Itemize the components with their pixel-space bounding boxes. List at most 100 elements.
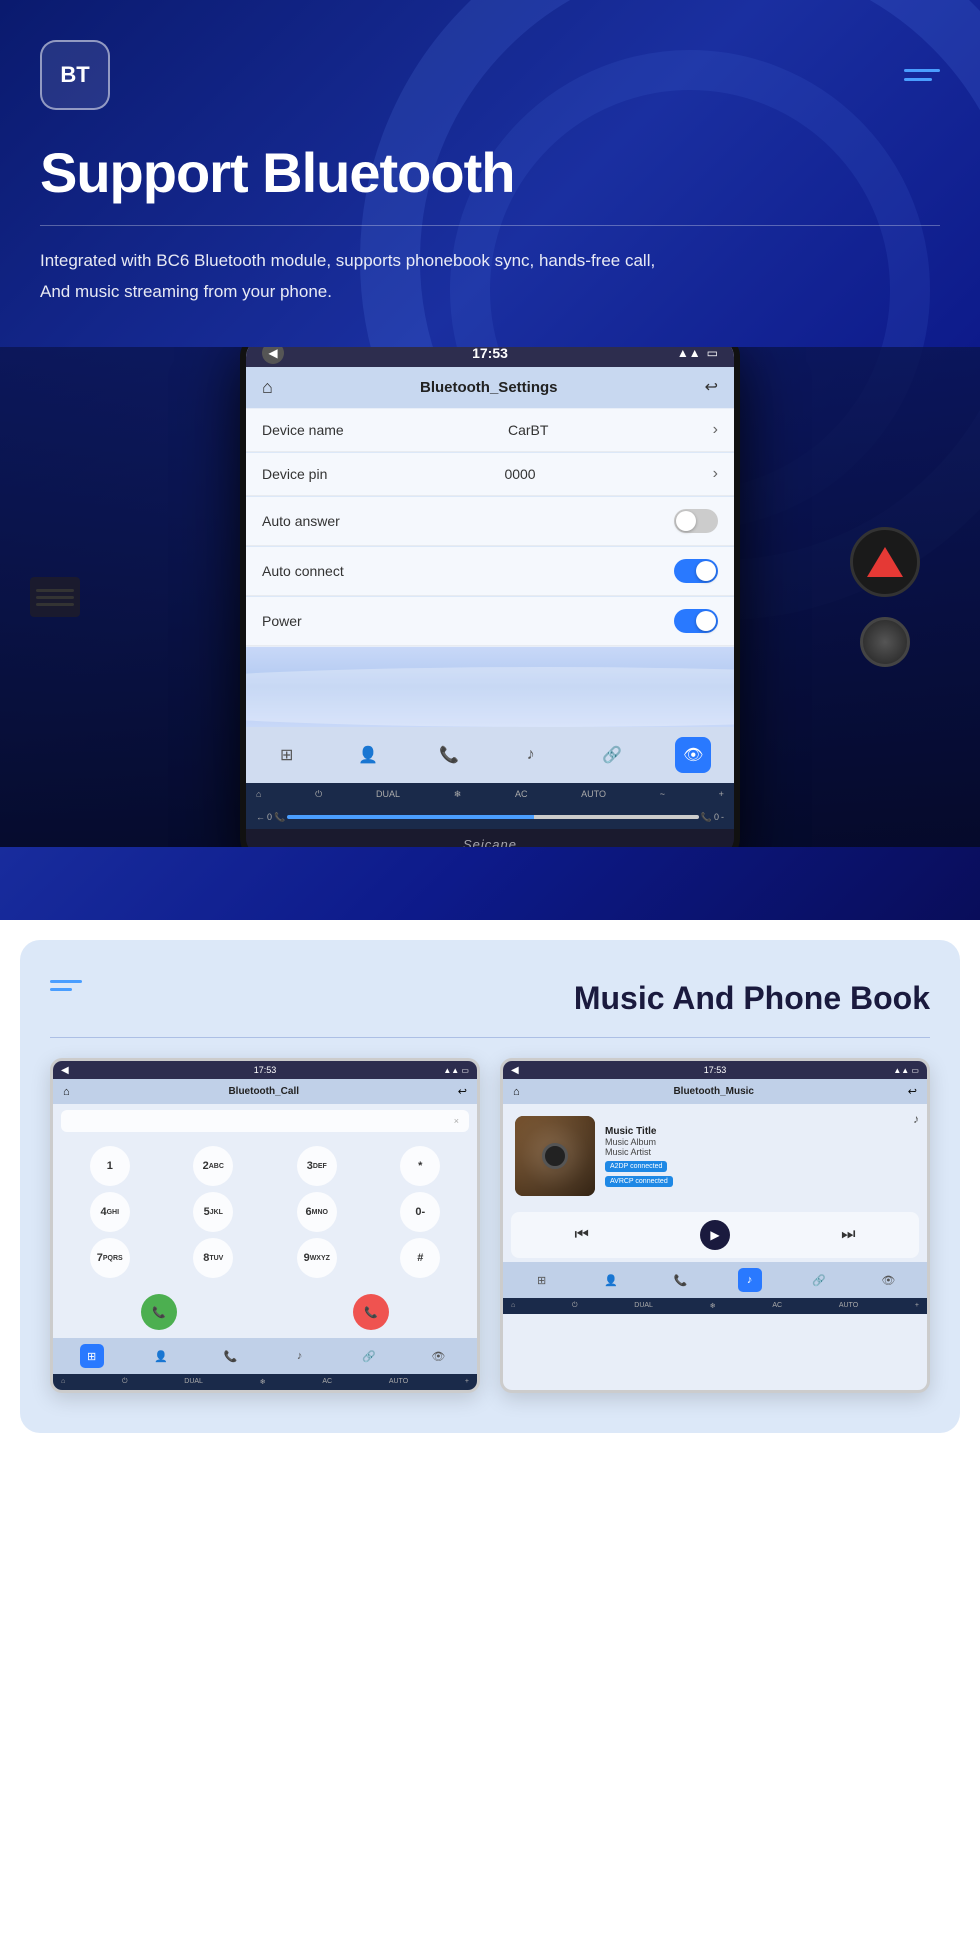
- bottom-fan[interactable]: ~: [660, 789, 665, 799]
- call-button[interactable]: 📞: [141, 1294, 177, 1330]
- music-back-btn[interactable]: ↩: [908, 1085, 917, 1098]
- call-bottom-ac[interactable]: AC: [322, 1378, 332, 1386]
- power-label: Power: [262, 613, 302, 629]
- bottom-home[interactable]: ⌂: [256, 789, 261, 799]
- nav-grid-icon[interactable]: ⊞: [269, 737, 305, 773]
- music-nav-grid[interactable]: ⊞: [530, 1268, 554, 1292]
- call-back-btn[interactable]: ↩: [458, 1085, 467, 1098]
- call-bottom-auto: AUTO: [389, 1378, 408, 1386]
- music-controls: ⏮ ▶ ⏭: [511, 1212, 919, 1258]
- back-button[interactable]: ↩: [705, 377, 718, 397]
- call-bottom-snow[interactable]: ❄: [260, 1378, 266, 1386]
- music-bottom-dual: DUAL: [634, 1302, 653, 1310]
- music-statusbar: ◀ 17:53 ▲▲ ▭: [503, 1061, 927, 1079]
- hazard-button[interactable]: [850, 527, 920, 597]
- dial-3[interactable]: 3DEF: [297, 1146, 337, 1186]
- music-nav-user[interactable]: 👤: [599, 1268, 623, 1292]
- recall-button[interactable]: 📞: [353, 1294, 389, 1330]
- call-nav-link[interactable]: 🔗: [357, 1344, 381, 1368]
- music-section: Music And Phone Book ◀ 17:53 ▲▲ ▭ ⌂ Blue…: [20, 940, 960, 1433]
- track-artist: Music Artist: [605, 1147, 915, 1157]
- device-pin-row: Device pin 0000 ›: [246, 453, 734, 496]
- prev-button[interactable]: ⏮: [575, 1226, 589, 1244]
- music-nav-eye[interactable]: 👁: [876, 1268, 900, 1292]
- device-pin-label: Device pin: [262, 466, 327, 482]
- call-nav-eye[interactable]: 👁: [426, 1344, 450, 1368]
- dial-star[interactable]: *: [400, 1146, 440, 1186]
- music-bottom-power[interactable]: ⏻: [572, 1302, 578, 1310]
- call-nav-grid[interactable]: ⊞: [80, 1344, 104, 1368]
- nav-music-icon[interactable]: ♪: [513, 737, 549, 773]
- bottom-voldown[interactable]: -: [721, 812, 724, 822]
- call-bottom-bar: ⌂ ⏻ DUAL ❄ AC AUTO +: [53, 1374, 477, 1390]
- play-button[interactable]: ▶: [700, 1220, 730, 1250]
- statusbar-back[interactable]: ◀: [262, 347, 284, 364]
- call-home-icon[interactable]: ⌂: [63, 1086, 70, 1098]
- bottom-volup[interactable]: +: [719, 789, 724, 799]
- home-icon[interactable]: ⌂: [262, 377, 273, 398]
- bottom-back[interactable]: ←: [256, 812, 265, 822]
- auto-answer-toggle[interactable]: [674, 509, 718, 533]
- call-bottom-home[interactable]: ⌂: [61, 1378, 65, 1386]
- dial-1[interactable]: 1: [90, 1146, 130, 1186]
- album-art: [515, 1116, 595, 1196]
- music-menu-button[interactable]: [50, 980, 82, 991]
- track-info: Music Title Music Album Music Artist A2D…: [605, 1126, 915, 1187]
- dial-9[interactable]: 9WXYZ: [297, 1238, 337, 1278]
- music-nav-icons: ⊞ 👤 📞 ♪ 🔗 👁: [503, 1262, 927, 1298]
- music-bottom-snow[interactable]: ❄: [710, 1302, 716, 1310]
- device-pin-arrow[interactable]: ›: [713, 465, 718, 483]
- screen-inner: ◀ 17:53 ▲▲ ▭ ⌂ Bluetooth_Settings ↩: [246, 347, 734, 829]
- device-name-row: Device name CarBT ›: [246, 409, 734, 452]
- call-bottom-vol[interactable]: +: [465, 1378, 469, 1386]
- nav-link-icon[interactable]: 🔗: [594, 737, 630, 773]
- dial-5[interactable]: 5JKL: [193, 1192, 233, 1232]
- call-bottom-power[interactable]: ⏻: [122, 1378, 128, 1386]
- call-search-box[interactable]: ×: [61, 1110, 469, 1132]
- music-home-icon[interactable]: ⌂: [513, 1086, 520, 1098]
- music-section-title: Music And Phone Book: [574, 980, 930, 1017]
- call-nav-phone[interactable]: 📞: [218, 1344, 242, 1368]
- device-name-label: Device name: [262, 422, 344, 438]
- call-back-arrow[interactable]: ◀: [61, 1065, 69, 1076]
- right-knob[interactable]: [860, 617, 910, 667]
- power-toggle[interactable]: [674, 609, 718, 633]
- bottom-power[interactable]: ⏻: [315, 789, 322, 800]
- dial-2[interactable]: 2ABC: [193, 1146, 233, 1186]
- music-back-arrow[interactable]: ◀: [511, 1065, 519, 1076]
- device-name-arrow[interactable]: ›: [713, 421, 718, 439]
- next-button[interactable]: ⏭: [841, 1226, 855, 1244]
- dial-4[interactable]: 4GHI: [90, 1192, 130, 1232]
- power-row: Power: [246, 597, 734, 646]
- track-title: Music Title: [605, 1126, 915, 1137]
- dial-6[interactable]: 6MNO: [297, 1192, 337, 1232]
- nav-user-icon[interactable]: 👤: [350, 737, 386, 773]
- dial-0[interactable]: 0-: [400, 1192, 440, 1232]
- call-nav-icons: ⊞ 👤 📞 ♪ 🔗 👁: [53, 1338, 477, 1374]
- bottom-ac[interactable]: AC: [515, 789, 528, 799]
- dial-hash[interactable]: #: [400, 1238, 440, 1278]
- dial-7[interactable]: 7PQRS: [90, 1238, 130, 1278]
- bottom-phone3[interactable]: 📞: [701, 812, 712, 823]
- hero-description: Integrated with BC6 Bluetooth module, su…: [40, 246, 740, 307]
- nav-eye-icon[interactable]: 👁: [675, 737, 711, 773]
- menu-button[interactable]: [904, 69, 940, 81]
- dial-8[interactable]: 8TUV: [193, 1238, 233, 1278]
- music-bottom-ac[interactable]: AC: [772, 1302, 782, 1310]
- track-album: Music Album: [605, 1137, 915, 1147]
- music-bottom-bar: ⌂ ⏻ DUAL ❄ AC AUTO +: [503, 1298, 927, 1314]
- call-search-clear[interactable]: ×: [454, 1116, 459, 1126]
- music-nav-phone[interactable]: 📞: [668, 1268, 692, 1292]
- bottom-snow[interactable]: ❄: [454, 789, 462, 800]
- auto-connect-toggle[interactable]: [674, 559, 718, 583]
- call-nav-user[interactable]: 👤: [149, 1344, 173, 1368]
- auto-connect-row: Auto connect: [246, 547, 734, 596]
- music-nav-music[interactable]: ♪: [738, 1268, 762, 1292]
- nav-phone-icon[interactable]: 📞: [431, 737, 467, 773]
- music-bottom-vol[interactable]: +: [915, 1302, 919, 1310]
- music-nav-link[interactable]: 🔗: [807, 1268, 831, 1292]
- music-bottom-home[interactable]: ⌂: [511, 1302, 515, 1310]
- call-title: Bluetooth_Call: [228, 1086, 299, 1097]
- call-nav-music[interactable]: ♪: [288, 1344, 312, 1368]
- bottom-phone2[interactable]: 📞: [274, 812, 285, 823]
